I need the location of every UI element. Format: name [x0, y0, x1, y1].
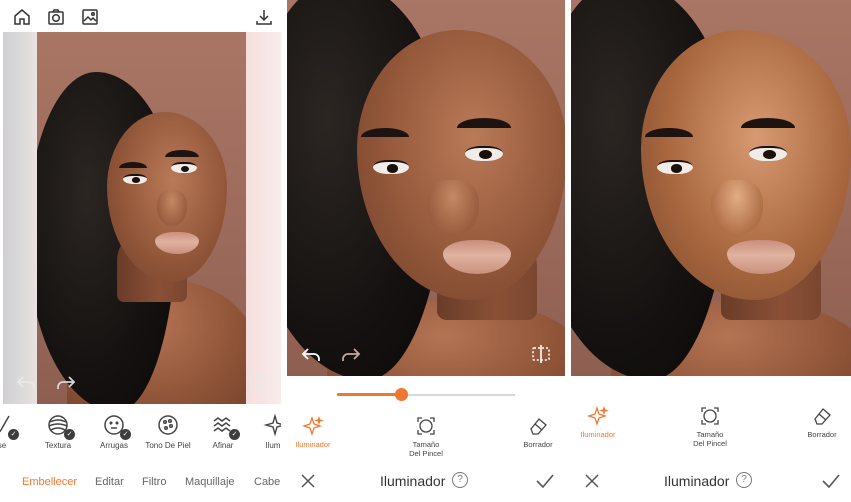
sparkle-icon: [263, 412, 281, 438]
tool-label: Textura: [44, 441, 72, 450]
tab-embellecer[interactable]: Embellecer: [22, 476, 77, 488]
brush-icon: ✓: [0, 412, 19, 440]
eraser-tool[interactable]: Borrador: [787, 405, 851, 439]
undo-icon[interactable]: [299, 342, 323, 366]
tool-title: Iluminador: [380, 473, 446, 489]
editor-screen-beautify: ✓ se ✓ Textura ✓ Arrugas Tono De Piel: [0, 0, 281, 502]
tool-item[interactable]: Ilumin: [246, 412, 281, 450]
tab-editar[interactable]: Editar: [95, 476, 124, 488]
redo-icon[interactable]: [339, 342, 363, 366]
tool-item[interactable]: Tono De Piel: [138, 412, 198, 450]
bottom-action-bar: Iluminador ?: [287, 466, 565, 498]
help-icon[interactable]: ?: [736, 472, 752, 488]
redo-icon[interactable]: [54, 370, 78, 394]
eraser-tool[interactable]: Borrador: [503, 415, 565, 449]
tool-title: Iluminador: [664, 473, 730, 489]
tool-label: Tamaño Del Pincel: [693, 430, 727, 448]
highlighter-tool[interactable]: Iluminador: [287, 415, 348, 449]
compare-icon[interactable]: [529, 342, 553, 366]
brush-size-icon: [415, 415, 437, 437]
portrait-photo-zoomed[interactable]: [287, 0, 565, 376]
check-icon: ✓: [120, 429, 131, 440]
sharpen-icon: ✓: [210, 412, 240, 440]
after-preview-strip: [246, 32, 281, 404]
confirm-check-icon[interactable]: [821, 472, 841, 490]
sparkle-icon: [586, 405, 609, 427]
category-tabs: Embellecer Editar Filtro Maquillaje Cabe: [0, 470, 281, 496]
camera-icon[interactable]: [46, 7, 66, 27]
bottom-action-bar: Iluminador ?: [571, 466, 851, 498]
eraser-icon: [811, 405, 833, 427]
texture-icon: ✓: [45, 412, 75, 440]
beautify-tools-row: ✓ se ✓ Textura ✓ Arrugas Tono De Piel: [0, 412, 281, 460]
sparkle-icon: [301, 415, 324, 437]
gallery-icon[interactable]: [80, 7, 100, 27]
highlighter-tool[interactable]: Iluminador: [571, 405, 633, 439]
tool-label: Iluminador: [580, 430, 616, 439]
portrait-photo-highlighted[interactable]: [571, 0, 851, 376]
wrinkles-icon: ✓: [101, 412, 131, 440]
undo-icon[interactable]: [14, 370, 38, 394]
confirm-check-icon[interactable]: [535, 472, 555, 490]
tool-label: Ilumin: [265, 441, 281, 450]
tool-item[interactable]: ✓ Afinar: [193, 412, 253, 450]
slider-thumb[interactable]: [395, 388, 409, 401]
before-preview-strip: [3, 32, 37, 404]
tab-filtro[interactable]: Filtro: [142, 476, 166, 488]
help-icon[interactable]: ?: [452, 472, 468, 488]
brush-intensity-slider[interactable]: [337, 388, 515, 401]
home-icon[interactable]: [12, 7, 32, 27]
editor-screen-highlighter-result: Iluminador Tamaño Del Pincel Borrador Il…: [571, 0, 851, 502]
close-icon[interactable]: [583, 472, 601, 490]
eraser-icon: [527, 415, 549, 437]
check-icon: ✓: [64, 429, 75, 440]
compare-icon[interactable]: [246, 370, 270, 394]
tool-label: Afinar: [212, 441, 234, 450]
tool-label: Tamaño Del Pincel: [409, 440, 443, 458]
tool-label: Borrador: [807, 430, 837, 439]
brush-size-tool[interactable]: Tamaño Del Pincel: [675, 405, 745, 448]
brush-size-icon: [699, 405, 721, 427]
tool-item[interactable]: ✓ Textura: [28, 412, 88, 450]
tool-label: Borrador: [523, 440, 553, 449]
slider-fill: [337, 393, 402, 396]
skin-tone-icon: [155, 412, 181, 438]
tool-item[interactable]: ✓ Arrugas: [84, 412, 144, 450]
close-icon[interactable]: [299, 472, 317, 490]
download-icon[interactable]: [254, 7, 274, 27]
tool-label: Arrugas: [99, 441, 128, 450]
top-toolbar: [0, 0, 281, 34]
tab-cabello[interactable]: Cabe: [254, 476, 280, 488]
tool-label: Tono De Piel: [145, 441, 191, 450]
check-icon: ✓: [229, 429, 240, 440]
brush-size-tool[interactable]: Tamaño Del Pincel: [391, 415, 461, 458]
check-icon: ✓: [8, 429, 19, 440]
tool-label: Iluminador: [295, 440, 331, 449]
tab-maquillaje[interactable]: Maquillaje: [185, 476, 235, 488]
editor-screen-highlighter-brush: Iluminador Tamaño Del Pincel Borrador Il…: [287, 0, 565, 502]
portrait-photo: [37, 32, 246, 404]
